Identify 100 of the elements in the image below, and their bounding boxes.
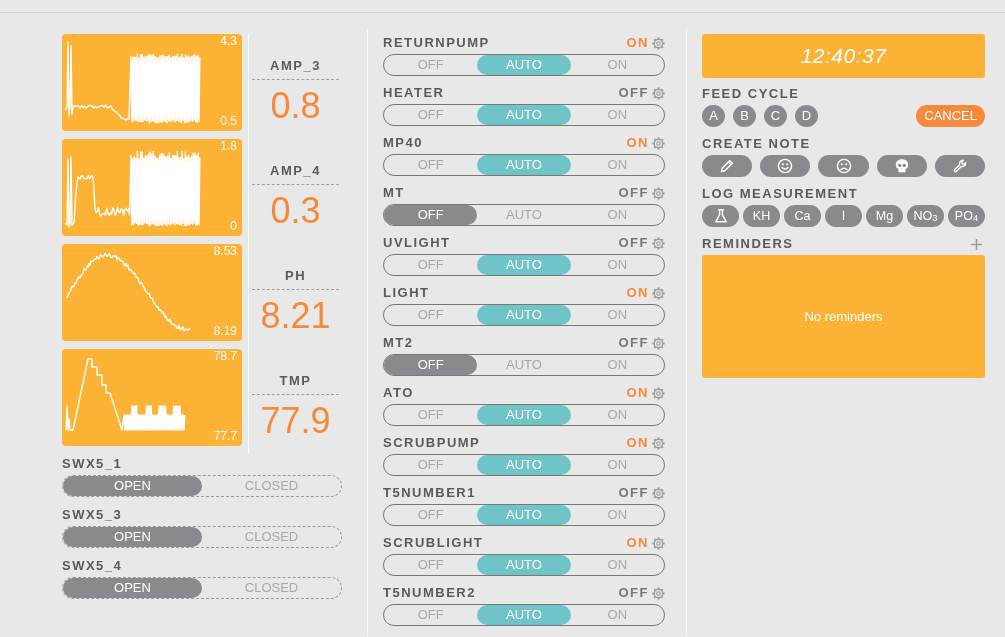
clock-display: 12:40:37 <box>702 34 985 78</box>
add-icon[interactable] <box>971 238 982 250</box>
measurement-button[interactable]: PO$_{4}$ <box>948 205 985 227</box>
mode-option[interactable]: ON <box>570 155 664 175</box>
mode-option[interactable]: AUTO <box>477 555 571 575</box>
sensor-label: AMP_3 <box>270 58 321 73</box>
flask-icon <box>712 208 729 224</box>
status-text: ON <box>626 434 649 452</box>
mode-option[interactable]: ON <box>570 455 664 475</box>
measurement-button[interactable]: Mg <box>866 205 903 227</box>
gear-icon[interactable] <box>652 436 665 450</box>
measurement-button[interactable]: Ca <box>784 205 821 227</box>
status-text: ON <box>626 284 649 302</box>
mode-option[interactable]: OFF <box>384 305 478 325</box>
mode-option[interactable]: AUTO <box>477 305 571 325</box>
status-text: OFF <box>618 584 649 602</box>
gear-icon[interactable] <box>652 136 665 150</box>
section-title: CREATE NOTE <box>702 135 812 153</box>
mode-option[interactable]: AUTO <box>477 255 571 275</box>
outlet-name: UVLIGHT <box>383 234 451 252</box>
switch-label: SWX5_4 <box>62 557 123 575</box>
mode-option[interactable]: ON <box>570 105 664 125</box>
mode-option[interactable]: AUTO <box>477 405 571 425</box>
mode-option[interactable]: AUTO <box>477 355 571 375</box>
mode-option[interactable]: AUTO <box>477 505 571 525</box>
switch-option[interactable]: CLOSED <box>202 578 341 598</box>
feed-button[interactable]: C <box>764 105 787 127</box>
mode-option[interactable]: OFF <box>384 55 478 75</box>
outlet-name: MP40 <box>383 134 423 152</box>
status-text: ON <box>626 384 649 402</box>
switch-option[interactable]: OPEN <box>63 578 202 598</box>
cancel-button[interactable]: CANCEL <box>916 105 985 127</box>
note-button[interactable] <box>760 155 811 177</box>
mode-option[interactable]: OFF <box>384 155 478 175</box>
measurement-button[interactable]: KH <box>743 205 780 227</box>
mode-option[interactable]: ON <box>570 355 664 375</box>
smiley-icon <box>777 158 794 174</box>
note-button[interactable] <box>818 155 869 177</box>
feed-button[interactable]: A <box>702 105 725 127</box>
note-button[interactable] <box>876 155 927 177</box>
sensor-value: 77.9 <box>260 400 331 441</box>
status-text: OFF <box>618 184 649 202</box>
gear-icon[interactable] <box>652 486 665 500</box>
mode-option[interactable]: AUTO <box>477 105 571 125</box>
mode-option[interactable]: OFF <box>384 255 478 275</box>
mode-option[interactable]: ON <box>570 205 664 225</box>
gear-icon[interactable] <box>652 386 665 400</box>
gear-icon[interactable] <box>652 36 665 50</box>
outlet-name: T5NUMBER1 <box>383 484 476 502</box>
gear-icon[interactable] <box>652 86 665 100</box>
note-button[interactable] <box>702 155 753 177</box>
gear-icon[interactable] <box>652 586 665 600</box>
mode-option[interactable]: AUTO <box>477 205 571 225</box>
sensor-label: PH <box>284 268 307 283</box>
mode-option[interactable]: ON <box>570 555 664 575</box>
gear-icon[interactable] <box>652 236 665 250</box>
axis-min-label: 0.5 <box>220 114 237 128</box>
mode-option[interactable]: OFF <box>384 555 478 575</box>
mode-option[interactable]: ON <box>570 255 664 275</box>
mode-option[interactable]: OFF <box>384 505 478 525</box>
axis-max-label: 4.3 <box>220 34 237 48</box>
feed-button[interactable]: B <box>733 105 756 127</box>
mode-option[interactable]: ON <box>570 605 664 625</box>
switch-option[interactable]: OPEN <box>63 527 202 547</box>
mode-option[interactable]: AUTO <box>477 605 571 625</box>
mode-option[interactable]: ON <box>570 55 664 75</box>
mode-option[interactable]: AUTO <box>477 55 571 75</box>
sensor-value: 8.21 <box>260 295 331 336</box>
mode-option[interactable]: OFF <box>384 605 478 625</box>
skull-icon <box>893 158 910 174</box>
note-button[interactable] <box>934 155 985 177</box>
measurement-button[interactable] <box>702 205 739 227</box>
mode-option[interactable]: OFF <box>384 105 478 125</box>
switch-option[interactable]: CLOSED <box>202 476 341 496</box>
outlet-name: SCRUBPUMP <box>383 434 481 452</box>
gear-icon[interactable] <box>652 286 665 300</box>
measurement-button[interactable]: I <box>825 205 862 227</box>
outlet-name: ATO <box>383 384 414 402</box>
outlet-name: HEATER <box>383 84 445 102</box>
switch-option[interactable]: OPEN <box>63 476 202 496</box>
mode-option[interactable]: OFF <box>384 205 478 225</box>
mode-option[interactable]: ON <box>570 305 664 325</box>
section-title: REMINDERS <box>702 235 794 253</box>
mode-option[interactable]: ON <box>570 405 664 425</box>
mode-option[interactable]: OFF <box>384 455 478 475</box>
status-text: OFF <box>618 234 649 252</box>
switch-option[interactable]: CLOSED <box>202 527 341 547</box>
pencil-icon <box>719 158 736 174</box>
mode-option[interactable]: OFF <box>384 355 478 375</box>
gear-icon[interactable] <box>652 536 665 550</box>
status-text: ON <box>626 534 649 552</box>
measurement-button[interactable]: NO$_{3}$ <box>907 205 944 227</box>
gear-icon[interactable] <box>652 186 665 200</box>
mode-option[interactable]: AUTO <box>477 455 571 475</box>
feed-button[interactable]: D <box>795 105 818 127</box>
gear-icon[interactable] <box>652 336 665 350</box>
axis-max-label: 78.7 <box>213 349 237 363</box>
mode-option[interactable]: OFF <box>384 405 478 425</box>
mode-option[interactable]: ON <box>570 505 664 525</box>
mode-option[interactable]: AUTO <box>477 155 571 175</box>
